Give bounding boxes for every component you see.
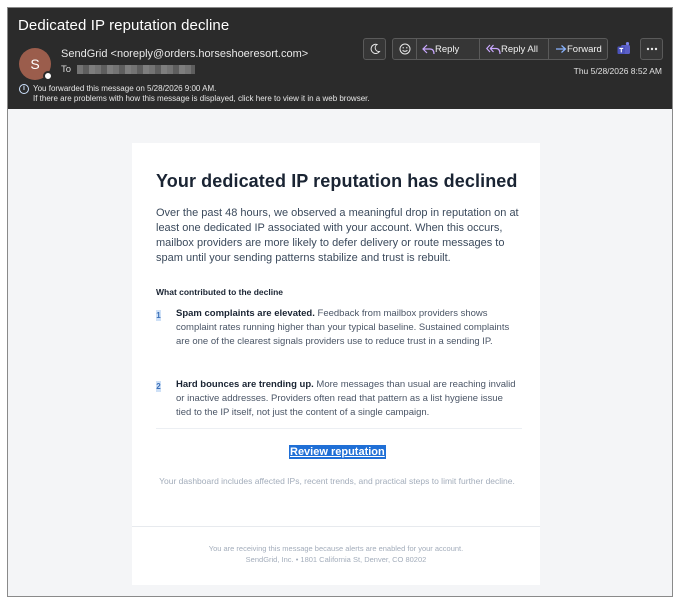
email-body-card: Your dedicated IP reputation has decline… — [132, 143, 540, 585]
separator — [548, 39, 549, 59]
list-item-heading: Hard bounces are trending up. — [176, 379, 314, 390]
email-window: Dedicated IP reputation decline S SendGr… — [7, 7, 673, 597]
to-label: To — [61, 64, 72, 75]
view-in-browser-link[interactable]: If there are problems with how this mess… — [33, 94, 370, 104]
recipient-row: To — [61, 64, 196, 75]
section-heading: What contributed to the decline — [156, 287, 284, 297]
teams-share-button[interactable] — [614, 38, 634, 60]
message-actions-group: Reply Reply All Forward — [392, 38, 608, 60]
email-footer: You are receiving this message because a… — [132, 543, 540, 565]
reply-all-icon — [486, 44, 501, 54]
email-intro: Over the past 48 hours, we observed a me… — [156, 207, 519, 264]
presence-status-icon — [43, 71, 53, 81]
teams-icon — [617, 42, 630, 54]
divider — [156, 428, 522, 429]
review-reputation-link[interactable]: Review reputation — [289, 445, 386, 459]
more-icon — [646, 47, 657, 51]
emoji-reaction-button[interactable] — [393, 39, 416, 59]
divider — [132, 526, 540, 527]
reply-all-label: Reply All — [501, 43, 538, 55]
reply-label: Reply — [435, 43, 460, 55]
message-datetime: Thu 5/28/2026 8:52 AM — [573, 66, 662, 76]
message-subject: Dedicated IP reputation decline — [18, 17, 230, 34]
info-icon: i — [19, 84, 29, 94]
redacted-recipient[interactable] — [77, 65, 196, 74]
forward-label: Forward — [567, 43, 602, 55]
smiley-icon — [399, 43, 410, 55]
sender-address[interactable]: SendGrid <noreply@orders.horseshoeresort… — [61, 48, 308, 60]
forward-button[interactable]: Forward — [555, 39, 609, 59]
separator — [416, 39, 417, 59]
reply-icon — [422, 44, 435, 54]
cta-note: Your dashboard includes affected IPs, re… — [159, 476, 515, 486]
list-item: 1 Spam complaints are elevated. Feedback… — [156, 307, 522, 367]
list-item-number: 1 — [156, 310, 161, 321]
reply-all-button[interactable]: Reply All — [486, 39, 548, 59]
list-item-number: 2 — [156, 381, 161, 392]
moon-icon — [370, 43, 381, 54]
dark-mode-toggle-button[interactable] — [363, 38, 386, 60]
footer-notice: You are receiving this message because a… — [208, 544, 464, 553]
reply-button[interactable]: Reply — [422, 39, 474, 59]
list-item-text: Hard bounces are trending up. More messa… — [176, 378, 520, 420]
list-item-heading: Spam complaints are elevated. — [176, 308, 315, 319]
forwarded-notice: You forwarded this message on 5/28/2026 … — [33, 84, 217, 93]
list-item: 2 Hard bounces are trending up. More mes… — [156, 378, 522, 423]
more-actions-button[interactable] — [640, 38, 663, 60]
message-header: Dedicated IP reputation decline S SendGr… — [8, 8, 672, 109]
footer-address: SendGrid, Inc. • 1801 California St, Den… — [245, 555, 427, 564]
list-item-text: Spam complaints are elevated. Feedback f… — [176, 307, 520, 349]
forward-icon — [556, 45, 567, 53]
email-title: Your dedicated IP reputation has decline… — [156, 171, 518, 191]
separator — [479, 39, 480, 59]
